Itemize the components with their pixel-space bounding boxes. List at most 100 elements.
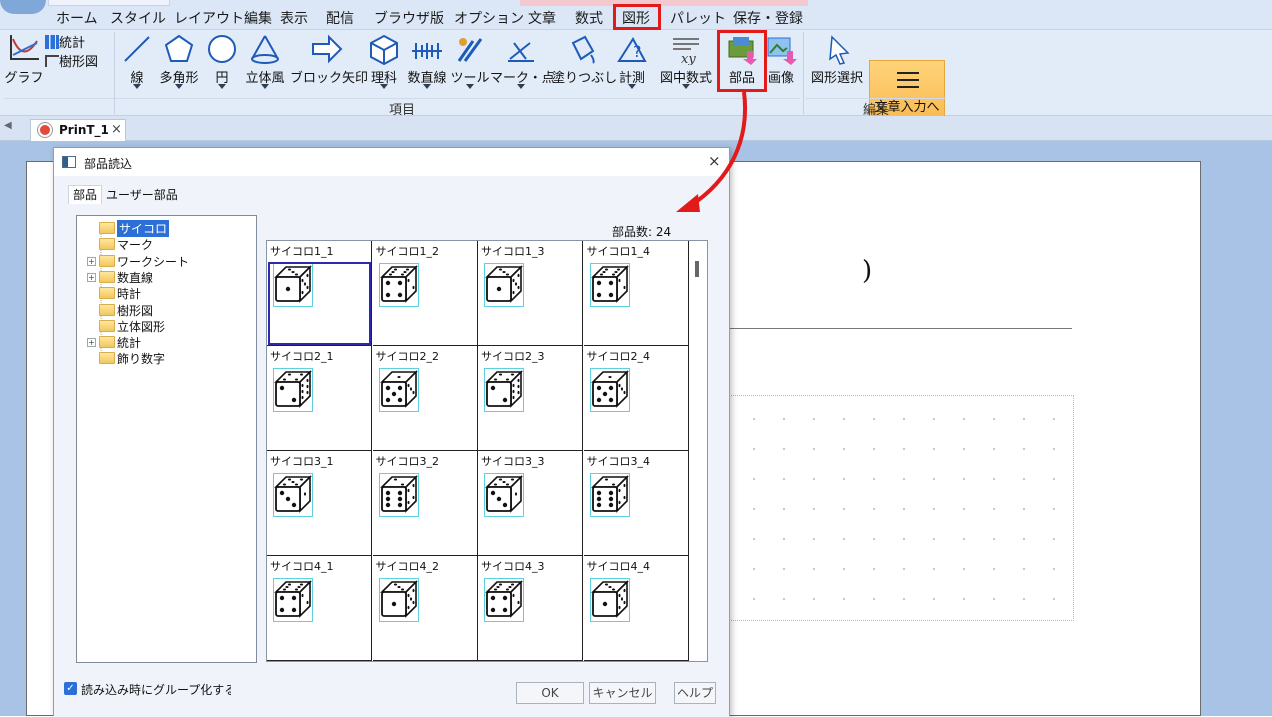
- document-icon: [38, 123, 52, 137]
- tree-item[interactable]: + 数直線: [77, 269, 247, 285]
- stats-icon: [45, 35, 59, 49]
- part-label: サイコロ3_3: [481, 455, 545, 468]
- ribbon: グラフ 統計 樹形図 線 多角形 円 立体風 ブロック矢印 理科 数直線 ツール: [0, 30, 1272, 128]
- tree-item[interactable]: 樹形図: [77, 302, 247, 318]
- solid-button[interactable]: 立体風: [240, 30, 290, 100]
- dice-icon: [378, 263, 419, 307]
- menu-layout-edit[interactable]: レイアウト編集: [174, 8, 272, 28]
- menu-home[interactable]: ホーム: [56, 8, 98, 28]
- chevron-down-icon: [466, 84, 474, 89]
- title-accent-bar: [520, 0, 808, 6]
- polygon-button[interactable]: 多角形: [154, 30, 204, 100]
- menu-formula[interactable]: 数式: [575, 8, 603, 28]
- tree-item[interactable]: 立体図形: [77, 318, 247, 334]
- tree-button[interactable]: 樹形図: [45, 51, 98, 70]
- part-cell[interactable]: サイコロ4_1: [267, 556, 372, 661]
- selection-box: [268, 262, 371, 345]
- tool-icon: [457, 38, 483, 62]
- cancel-button[interactable]: キャンセル: [589, 682, 656, 704]
- menu-distribute[interactable]: 配信: [326, 8, 354, 28]
- science-button[interactable]: 理科: [364, 30, 404, 100]
- menu-options[interactable]: オプション: [454, 8, 524, 28]
- group-checkbox[interactable]: ✓: [64, 682, 77, 695]
- svg-text:xy: xy: [681, 52, 696, 65]
- part-cell[interactable]: サイコロ1_3: [478, 241, 583, 346]
- part-cell[interactable]: サイコロ2_4: [583, 346, 689, 451]
- folder-icon: [99, 287, 115, 300]
- folder-icon: [99, 319, 115, 332]
- image-button[interactable]: 画像: [764, 30, 798, 100]
- mark-button[interactable]: マーク・点: [490, 30, 555, 100]
- close-icon[interactable]: ×: [111, 122, 122, 137]
- chevron-down-icon: [423, 84, 431, 89]
- expand-icon[interactable]: +: [87, 256, 96, 266]
- svg-text:?: ?: [633, 42, 642, 61]
- part-cell[interactable]: サイコロ4_4: [583, 556, 689, 661]
- block-arrow-button[interactable]: ブロック矢印: [290, 30, 368, 100]
- part-cell[interactable]: サイコロ4_2: [372, 556, 478, 661]
- measure-button[interactable]: ? 計測: [612, 30, 652, 100]
- block-arrow-icon: [312, 34, 343, 64]
- menu-browser[interactable]: ブラウザ版: [374, 8, 444, 28]
- part-cell[interactable]: サイコロ3_2: [372, 451, 478, 556]
- tree-item[interactable]: マーク: [77, 236, 247, 252]
- part-cell[interactable]: サイコロ1_1: [267, 241, 372, 346]
- menu-palette[interactable]: パレット: [670, 8, 726, 28]
- part-cell[interactable]: サイコロ3_1: [267, 451, 372, 556]
- folder-icon: [99, 270, 115, 283]
- part-cell[interactable]: サイコロ2_2: [372, 346, 478, 451]
- fill-button[interactable]: 塗りつぶし: [552, 30, 617, 100]
- tool-button[interactable]: ツール: [450, 30, 490, 100]
- dice-icon: [484, 473, 524, 517]
- dice-icon: [589, 368, 630, 412]
- tree-item[interactable]: 時計: [77, 285, 247, 301]
- tree-item-label: マーク: [117, 238, 154, 253]
- stats-button[interactable]: 統計: [45, 32, 85, 51]
- part-cell[interactable]: サイコロ2_1: [267, 346, 372, 451]
- menu-view[interactable]: 表示: [280, 8, 308, 28]
- circle-button[interactable]: 円: [204, 30, 240, 100]
- help-button[interactable]: ヘルプ: [674, 682, 716, 704]
- folder-icon: [99, 336, 115, 349]
- part-label: サイコロ3_2: [375, 455, 440, 468]
- menu-text[interactable]: 文章: [528, 8, 556, 28]
- select-button[interactable]: 図形選択: [806, 30, 868, 100]
- line-button[interactable]: 線: [120, 30, 154, 100]
- part-cell[interactable]: サイコロ3_4: [583, 451, 689, 556]
- menu-style[interactable]: スタイル: [110, 8, 166, 28]
- science-icon: [370, 34, 398, 65]
- doc-tab-print1[interactable]: PrinT_1 ×: [30, 119, 126, 141]
- tree-item[interactable]: サイコロ: [77, 220, 247, 237]
- scroll-left-icon[interactable]: ◀: [4, 120, 12, 131]
- part-cell[interactable]: サイコロ2_3: [478, 346, 583, 451]
- number-line-button[interactable]: 数直線: [404, 30, 450, 100]
- tree-icon: [45, 55, 59, 67]
- dice-icon: [378, 368, 419, 412]
- tree-item[interactable]: + ワークシート: [77, 253, 247, 269]
- graph-button[interactable]: グラフ: [4, 30, 44, 100]
- grid-scrollbar[interactable]: [691, 241, 707, 661]
- folder-icon: [99, 238, 115, 251]
- part-cell[interactable]: サイコロ1_2: [372, 241, 478, 346]
- tab-user-parts[interactable]: ユーザー部品: [102, 186, 182, 204]
- part-cell[interactable]: サイコロ3_3: [478, 451, 583, 556]
- tree-item-label: 飾り数字: [117, 352, 166, 367]
- tab-parts[interactable]: 部品: [68, 185, 103, 204]
- tree-item-label: ワークシート: [117, 254, 190, 269]
- menu-save[interactable]: 保存・登録: [733, 8, 803, 28]
- tree-item[interactable]: 飾り数字: [77, 350, 247, 366]
- part-label: サイコロ1_1: [270, 245, 334, 258]
- graph-label: グラフ: [4, 71, 44, 86]
- tree-item-label: 数直線: [117, 270, 154, 285]
- menu-bar: ホーム スタイル レイアウト編集 表示 配信 ブラウザ版 オプション 文章 数式…: [0, 0, 1272, 30]
- document-dot-grid[interactable]: [728, 395, 1074, 621]
- expand-icon[interactable]: +: [87, 272, 96, 282]
- expand-icon[interactable]: +: [87, 338, 96, 348]
- ok-button[interactable]: OK: [516, 682, 584, 704]
- select-label: 図形選択: [810, 71, 863, 86]
- part-cell[interactable]: サイコロ1_4: [583, 241, 689, 346]
- doc-tab-title: PrinT_1: [59, 123, 109, 137]
- scrollbar-thumb[interactable]: [695, 261, 699, 277]
- part-cell[interactable]: サイコロ4_3: [478, 556, 583, 661]
- tree-item[interactable]: + 統計: [77, 334, 247, 350]
